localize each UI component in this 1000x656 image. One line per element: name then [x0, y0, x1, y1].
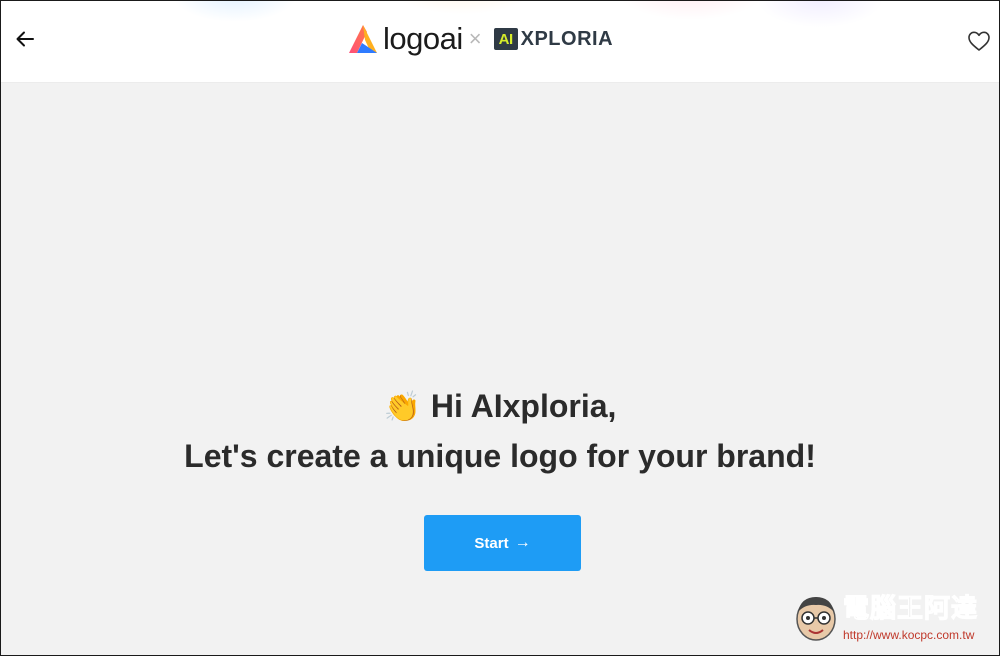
favorite-button[interactable] [963, 25, 995, 57]
mascot-face-icon [796, 597, 836, 641]
tagline-heading: Let's create a unique logo for your bran… [184, 438, 816, 474]
main-content: 👏 Hi AIxploria, Let's create a unique log… [1, 82, 999, 655]
top-header: logoai × AI XPLORIA [1, 1, 999, 83]
site-watermark: 電腦王阿達 http://www.kocpc.com.tw [791, 592, 991, 650]
brand-lockup: logoai × AI XPLORIA [345, 19, 613, 59]
back-button[interactable] [9, 23, 41, 55]
start-button[interactable]: Start → [424, 515, 581, 571]
start-button-label: Start [474, 534, 509, 552]
greeting-text: Hi AIxploria, [430, 388, 617, 424]
arrow-right-icon: → [514, 534, 531, 551]
heart-outline-icon [968, 31, 990, 51]
logoai-logo-icon [349, 25, 377, 53]
logoai-wordmark: logoai [383, 21, 463, 56]
clapping-hands-icon: 👏 [383, 391, 421, 424]
watermark-title: 電腦王阿達 [842, 594, 979, 625]
app-window: logoai × AI XPLORIA 👏 Hi AIxploria, Let's… [0, 0, 1000, 656]
aixploria-wordmark: XPLORIA [520, 27, 614, 50]
aixploria-logo-mark: AI [493, 28, 518, 50]
watermark-url: http://www.kocpc.com.tw [843, 628, 975, 642]
greeting-heading: 👏 Hi AIxploria, [1, 386, 999, 428]
arrow-left-icon [16, 31, 34, 47]
brand-separator: × [468, 26, 482, 51]
